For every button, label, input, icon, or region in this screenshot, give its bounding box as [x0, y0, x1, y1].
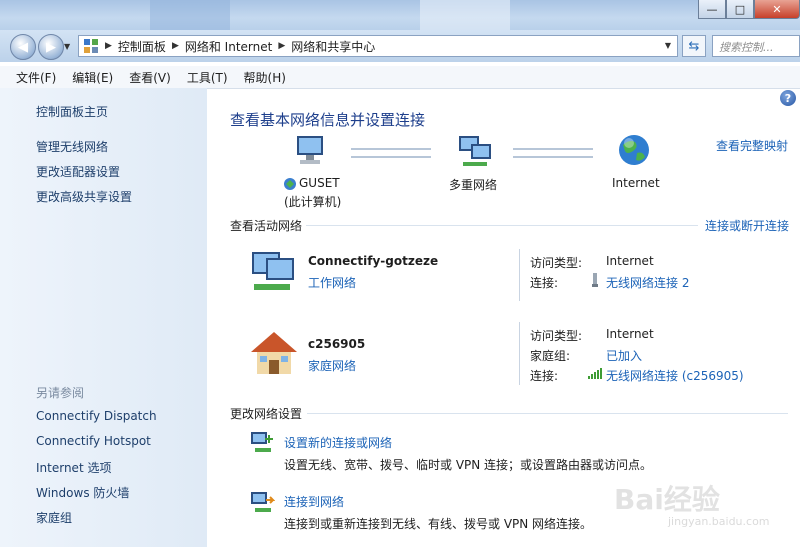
signal-strength-icon [588, 368, 602, 379]
forward-button[interactable]: ▶ [38, 34, 64, 60]
multiple-networks-icon [459, 136, 491, 166]
computer-sub-label: (此计算机) [284, 195, 342, 209]
work-network-icon[interactable] [248, 248, 300, 296]
connection-label: 连接: [530, 369, 559, 383]
see-also-internet-options[interactable]: Internet 选项 [36, 459, 111, 476]
window-controls: — □ ✕ [698, 0, 800, 20]
network-user-icon [284, 178, 296, 190]
breadcrumb-network-internet[interactable]: 网络和 Internet [185, 38, 272, 55]
view-full-map-link[interactable]: 查看完整映射 [716, 137, 788, 154]
baidu-watermark-logo: Bai经验 [614, 483, 720, 516]
sidebar-link-change-adapter[interactable]: 更改适配器设置 [36, 163, 120, 180]
connect-to-network-link[interactable]: 连接到网络 [284, 493, 344, 510]
menu-file[interactable]: 文件(F) [0, 69, 64, 86]
back-button[interactable]: ◀ [10, 34, 36, 60]
connect-to-network-description: 连接到或重新连接到无线、有线、拨号或 VPN 网络连接。 [284, 517, 593, 531]
baidu-watermark-url: jingyan.baidu.com [668, 515, 770, 528]
see-also-windows-firewall[interactable]: Windows 防火墙 [36, 484, 129, 501]
network-type-work[interactable]: 工作网络 [308, 274, 356, 291]
breadcrumb: ▶ 控制面板 ▶ 网络和 Internet ▶ 网络和共享中心 [99, 38, 375, 55]
home-network-icon[interactable] [249, 330, 299, 376]
access-type-value: Internet [606, 254, 654, 268]
computer-name[interactable]: GUSET [299, 176, 340, 190]
breadcrumb-network-sharing-center[interactable]: 网络和共享中心 [291, 38, 375, 55]
network-name-c256905: c256905 [308, 337, 366, 351]
active-networks-title: 查看活动网络 [230, 219, 303, 233]
internet-globe-icon [619, 135, 649, 165]
refresh-icon: ⇆ [688, 38, 700, 54]
connect-network-icon [251, 492, 275, 512]
sidebar-link-manage-wireless[interactable]: 管理无线网络 [36, 138, 108, 155]
section-divider [306, 225, 698, 226]
connect-disconnect-link[interactable]: 连接或断开连接 [705, 217, 789, 234]
network-name-connectify: Connectify-gotzeze [308, 254, 439, 268]
menu-bar: 文件(F) 编辑(E) 查看(V) 工具(T) 帮助(H) [0, 66, 800, 89]
access-type-label: 访问类型: [530, 329, 583, 343]
breadcrumb-separator-icon[interactable]: ▶ [172, 41, 179, 51]
address-row: ◀ ▶ ▼ ▶ 控制面板 ▶ 网络和 Internet ▶ 网络和共享中心 ▼ … [0, 30, 800, 62]
address-dropdown-icon[interactable]: ▼ [665, 41, 671, 50]
connection-label: 连接: [530, 276, 559, 290]
search-input[interactable]: 搜索控制... [712, 35, 800, 57]
access-type-label: 访问类型: [530, 256, 583, 270]
sidebar-link-control-panel-home[interactable]: 控制面板主页 [36, 103, 108, 120]
internet-label: Internet [612, 176, 660, 190]
network-divider [519, 322, 520, 385]
network-type-home[interactable]: 家庭网络 [308, 357, 356, 374]
menu-edit[interactable]: 编辑(E) [72, 69, 121, 86]
section-divider [307, 413, 788, 414]
title-bar: — □ ✕ [0, 0, 800, 30]
refresh-button[interactable]: ⇆ [682, 35, 706, 57]
computer-icon [297, 136, 323, 164]
breadcrumb-separator-icon[interactable]: ▶ [105, 41, 112, 51]
multiple-networks-label: 多重网络 [449, 178, 498, 192]
setup-connection-icon [251, 432, 273, 452]
homegroup-joined-link[interactable]: 已加入 [606, 347, 642, 364]
network-divider [519, 249, 520, 301]
minimize-button[interactable]: — [698, 0, 726, 19]
menu-tools[interactable]: 工具(T) [187, 69, 236, 86]
wireless-connection-icon [592, 273, 598, 287]
sidebar-link-advanced-sharing[interactable]: 更改高级共享设置 [36, 188, 132, 205]
connection-link-wireless-2[interactable]: 无线网络连接 2 [606, 274, 689, 291]
change-settings-title: 更改网络设置 [230, 407, 303, 421]
maximize-button[interactable]: □ [726, 0, 754, 19]
see-also-connectify-hotspot[interactable]: Connectify Hotspot [36, 434, 151, 448]
connection-link-wireless-c256905[interactable]: 无线网络连接 (c256905) [606, 367, 744, 384]
menu-view[interactable]: 查看(V) [129, 69, 179, 86]
recent-pages-dropdown[interactable]: ▼ [64, 42, 70, 51]
menu-help[interactable]: 帮助(H) [244, 69, 294, 86]
control-panel-icon [84, 39, 98, 53]
help-icon[interactable]: ? [780, 90, 796, 106]
forward-arrow-icon: ▶ [46, 39, 56, 55]
see-also-title: 另请参阅 [36, 386, 85, 400]
map-connector [513, 148, 593, 158]
breadcrumb-separator-icon[interactable]: ▶ [278, 41, 285, 51]
homegroup-label: 家庭组: [530, 349, 571, 363]
back-arrow-icon: ◀ [18, 39, 28, 55]
see-also-connectify-dispatch[interactable]: Connectify Dispatch [36, 409, 157, 423]
title-bar-highlight [150, 0, 230, 30]
sidebar: 控制面板主页 管理无线网络 更改适配器设置 更改高级共享设置 另请参阅 Conn… [0, 88, 207, 547]
close-button[interactable]: ✕ [754, 0, 800, 19]
setup-connection-description: 设置无线、宽带、拨号、临时或 VPN 连接；或设置路由器或访问点。 [284, 458, 653, 472]
page-title: 查看基本网络信息并设置连接 [230, 111, 426, 129]
see-also-homegroup[interactable]: 家庭组 [36, 509, 72, 526]
access-type-value: Internet [606, 327, 654, 341]
address-bar[interactable]: ▶ 控制面板 ▶ 网络和 Internet ▶ 网络和共享中心 ▼ [78, 35, 678, 57]
setup-connection-link[interactable]: 设置新的连接或网络 [284, 434, 392, 451]
map-connector [351, 148, 431, 158]
title-bar-glow [420, 0, 510, 30]
breadcrumb-control-panel[interactable]: 控制面板 [118, 38, 166, 55]
